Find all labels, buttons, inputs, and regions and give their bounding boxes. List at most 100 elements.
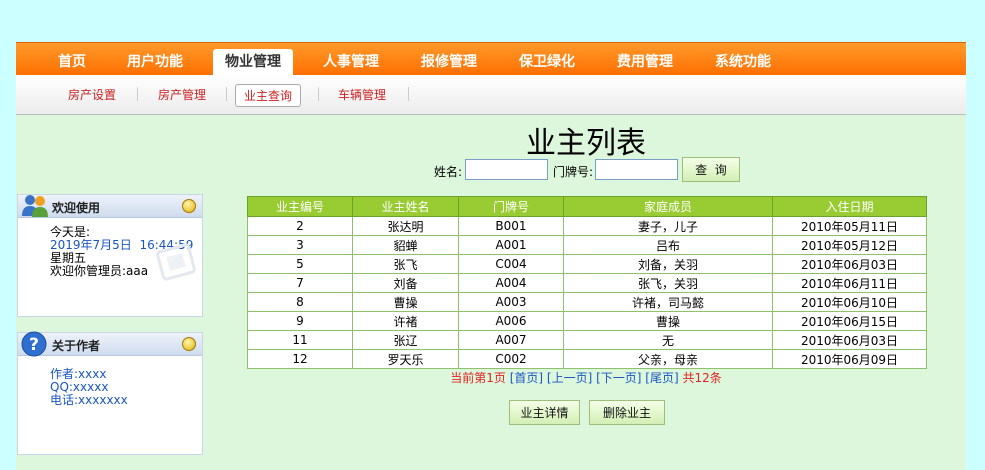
table-body: 2 张达明 B001 妻子，儿子 2010年05月11日 3 貂蝉 A001 吕布 2010年05… — [247, 216, 927, 369]
table-cell: B001 — [458, 216, 564, 236]
subnav-vehicle-management[interactable]: 车辆管理 — [338, 86, 386, 103]
table-cell: 父亲，母亲 — [563, 349, 773, 369]
table-row[interactable]: 9 许褚 A006 曹操 2010年06月15日 — [247, 311, 927, 331]
owner-detail-button[interactable]: 业主详情 — [509, 400, 580, 425]
table-cell: C004 — [458, 254, 564, 274]
table-cell: 2010年06月09日 — [772, 349, 927, 369]
table-cell: 9 — [247, 311, 353, 331]
table-cell: 许褚，司马懿 — [563, 292, 773, 312]
table-cell: 2010年05月12日 — [772, 235, 927, 255]
column-header: 业主编号 — [247, 196, 353, 217]
table-cell: 5 — [247, 254, 353, 274]
subnav-owner-query[interactable]: 业主查询 — [235, 84, 302, 107]
table-cell: 2010年06月11日 — [772, 273, 927, 293]
table-cell: A006 — [458, 311, 564, 331]
table-cell: 曹操 — [352, 292, 459, 312]
help-icon: ? — [20, 330, 48, 361]
table-cell: 曹操 — [563, 311, 773, 331]
column-header: 家庭成员 — [563, 196, 773, 217]
svg-text:?: ? — [29, 335, 39, 355]
pager-prev-link[interactable]: [上一页] — [547, 371, 592, 385]
table-cell: 张飞，关羽 — [563, 273, 773, 293]
nav-user-functions[interactable]: 用户功能 — [127, 51, 183, 71]
name-label: 姓名: — [434, 165, 463, 179]
subnav-property-management[interactable]: 房产管理 — [158, 86, 206, 103]
table-row[interactable]: 8 曹操 A003 许褚，司马懿 2010年06月10日 — [247, 292, 927, 312]
collapse-toggle-icon[interactable] — [182, 337, 196, 351]
subnav-divider — [318, 87, 319, 101]
table-cell: 吕布 — [563, 235, 773, 255]
owner-table: 业主编号 业主姓名 门牌号 家庭成员 入住日期 2 张达明 B001 妻子，儿子 201… — [247, 196, 927, 369]
welcome-panel-header: 欢迎使用 — [18, 195, 202, 218]
table-cell: 许褚 — [352, 311, 459, 331]
table-header-row: 业主编号 业主姓名 门牌号 家庭成员 入住日期 — [247, 196, 927, 217]
door-number-label: 门牌号: — [553, 165, 594, 179]
pager-first-link[interactable]: [首页] — [510, 371, 543, 385]
table-row[interactable]: 7 刘备 A004 张飞，关羽 2010年06月11日 — [247, 273, 927, 293]
table-cell: 张飞 — [352, 254, 459, 274]
sub-nav: 房产设置 房产管理 业主查询 车辆管理 — [16, 75, 966, 115]
about-panel-body: 作者:xxxx QQ:xxxxx 电话:xxxxxxx — [18, 356, 202, 407]
nav-property-management[interactable]: 物业管理 — [213, 49, 293, 76]
table-cell: 3 — [247, 235, 353, 255]
table-cell: 无 — [563, 330, 773, 350]
collapse-toggle-icon[interactable] — [182, 199, 196, 213]
welcome-panel: 欢迎使用 今天是: 2019年7月5日 16:44:59 星期五 欢迎你管理员:… — [17, 194, 203, 317]
nav-hr-management[interactable]: 人事管理 — [323, 51, 379, 71]
table-cell: 妻子，儿子 — [563, 216, 773, 236]
welcome-panel-body: 今天是: 2019年7月5日 16:44:59 星期五 欢迎你管理员:aaa — [18, 218, 202, 281]
table-cell: 张达明 — [352, 216, 459, 236]
pager-next-link[interactable]: [下一页] — [596, 371, 641, 385]
table-cell: 2010年06月03日 — [772, 330, 927, 350]
table-cell: A001 — [458, 235, 564, 255]
table-row[interactable]: 5 张飞 C004 刘备，关羽 2010年06月03日 — [247, 254, 927, 274]
main-content: 业主列表 姓名: 门牌号: 查 询 业主编号 业主姓名 门牌号 家庭成员 入住日… — [206, 114, 966, 470]
nav-repair-management[interactable]: 报修管理 — [421, 51, 477, 71]
table-cell: A004 — [458, 273, 564, 293]
table-cell: 7 — [247, 273, 353, 293]
nav-home[interactable]: 首页 — [58, 51, 86, 71]
subnav-divider — [408, 87, 409, 101]
column-header: 业主姓名 — [352, 196, 459, 217]
table-cell: A007 — [458, 330, 564, 350]
pager-last-link[interactable]: [尾页] — [645, 371, 678, 385]
table-cell: 11 — [247, 330, 353, 350]
table-row[interactable]: 2 张达明 B001 妻子，儿子 2010年05月11日 — [247, 216, 927, 236]
subnav-divider — [137, 87, 138, 101]
pager: 当前第1页 [首页] [上一页] [下一页] [尾页] 共12条 — [206, 369, 966, 386]
query-button[interactable]: 查 询 — [682, 157, 740, 182]
about-panel: ? 关于作者 作者:xxxx QQ:xxxxx 电话:xxxxxxx — [17, 330, 203, 455]
table-row[interactable]: 3 貂蝉 A001 吕布 2010年05月12日 — [247, 235, 927, 255]
film-icon — [156, 243, 196, 281]
users-icon — [20, 192, 50, 221]
column-header: 门牌号 — [458, 196, 564, 217]
pager-current: 当前第1页 — [450, 371, 506, 385]
nav-fee-management[interactable]: 费用管理 — [617, 51, 673, 71]
about-panel-title: 关于作者 — [52, 339, 101, 353]
nav-security-greening[interactable]: 保卫绿化 — [519, 51, 575, 71]
column-header: 入住日期 — [772, 196, 927, 217]
nav-system-functions[interactable]: 系统功能 — [715, 51, 771, 71]
welcome-panel-title: 欢迎使用 — [52, 201, 101, 215]
app-frame: 首页 用户功能 物业管理 人事管理 报修管理 保卫绿化 费用管理 系统功能 房产… — [16, 42, 966, 470]
table-cell: 12 — [247, 349, 353, 369]
table-cell: 2010年06月10日 — [772, 292, 927, 312]
phone-info: 电话:xxxxxxx — [50, 393, 128, 407]
table-cell: 2010年06月15日 — [772, 311, 927, 331]
table-cell: 2 — [247, 216, 353, 236]
table-row[interactable]: 12 罗天乐 C002 父亲，母亲 2010年06月09日 — [247, 349, 927, 369]
table-cell: 刘备 — [352, 273, 459, 293]
delete-owner-button[interactable]: 删除业主 — [589, 400, 665, 425]
table-row[interactable]: 11 张辽 A007 无 2010年06月03日 — [247, 330, 927, 350]
table-cell: C002 — [458, 349, 564, 369]
name-input[interactable] — [465, 159, 548, 180]
table-cell: 2010年05月11日 — [772, 216, 927, 236]
subnav-divider — [226, 87, 227, 101]
table-cell: 8 — [247, 292, 353, 312]
table-cell: 2010年06月03日 — [772, 254, 927, 274]
table-cell: 罗天乐 — [352, 349, 459, 369]
pager-total: 共12条 — [682, 371, 722, 385]
subnav-property-settings[interactable]: 房产设置 — [68, 86, 116, 103]
top-nav: 首页 用户功能 物业管理 人事管理 报修管理 保卫绿化 费用管理 系统功能 — [16, 42, 966, 76]
door-number-input[interactable] — [595, 159, 678, 180]
